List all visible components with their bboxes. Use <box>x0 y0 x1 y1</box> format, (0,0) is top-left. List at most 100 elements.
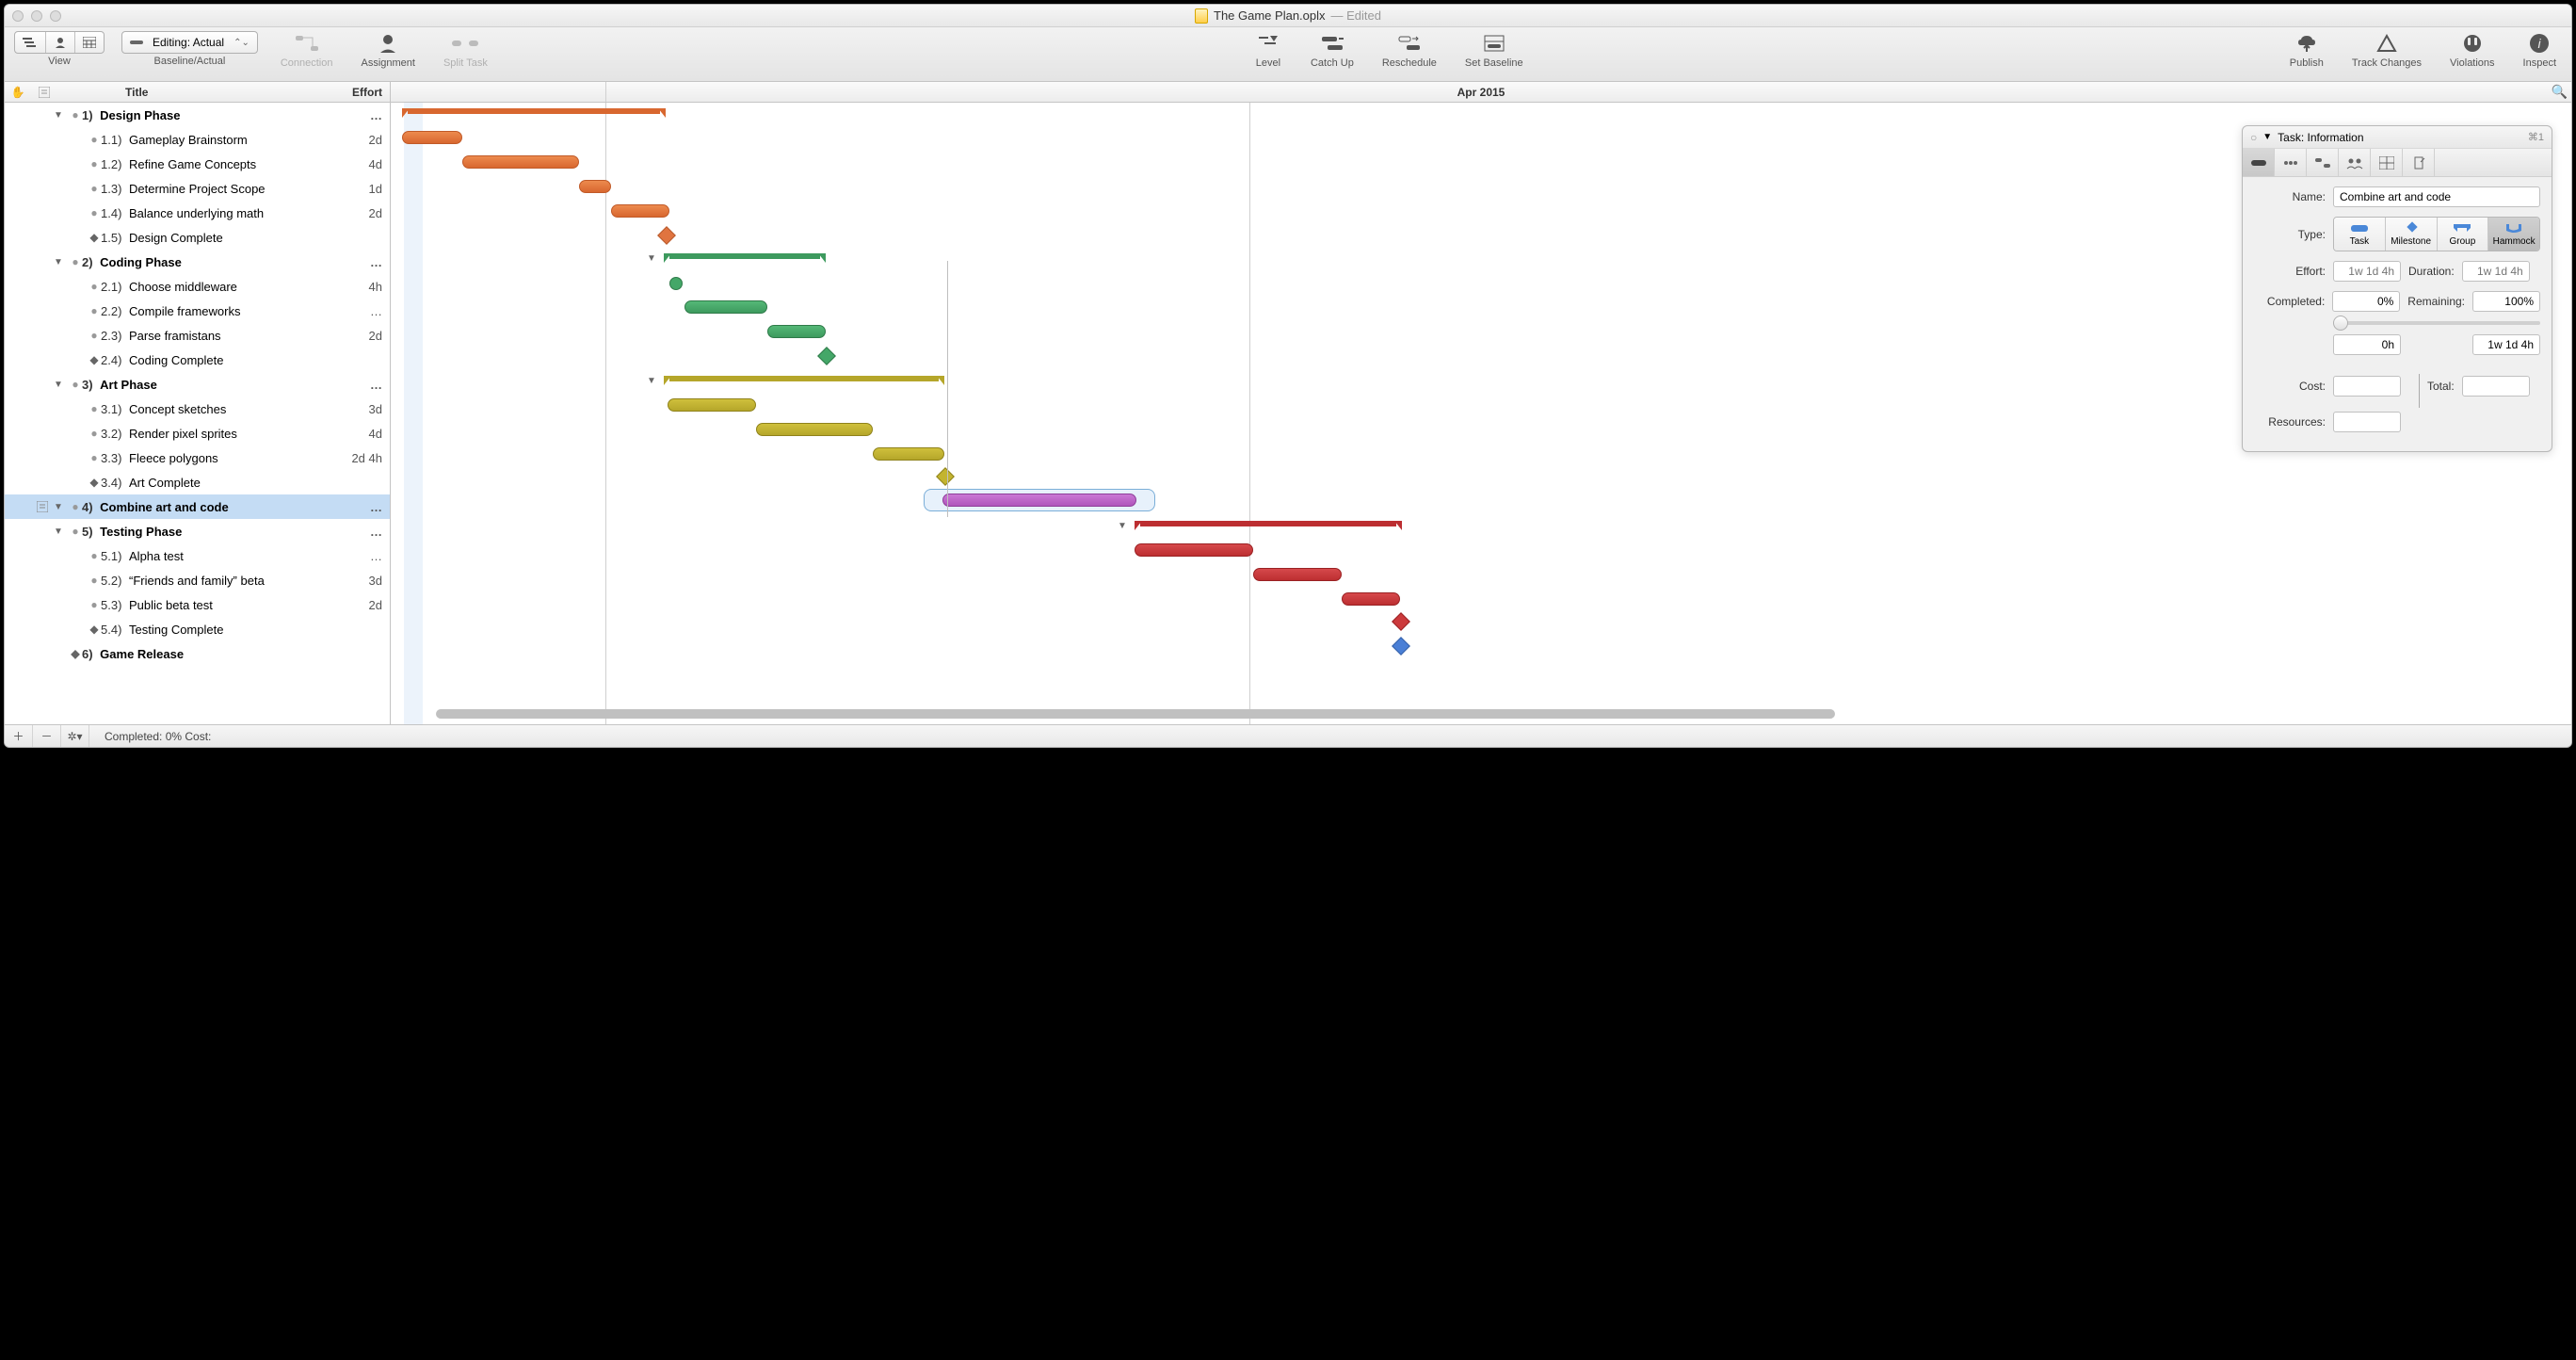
task-bar[interactable] <box>668 398 756 412</box>
type-segmented[interactable]: Task Milestone Group Hammock <box>2333 217 2540 251</box>
phase-row[interactable]: ▼●3) Art Phase… <box>5 372 390 397</box>
zoom-window-button[interactable] <box>50 10 61 22</box>
group-bar-testing[interactable] <box>1135 521 1402 530</box>
task-bar[interactable] <box>402 131 462 144</box>
task-row[interactable]: ◆5.4) Testing Complete <box>5 617 390 641</box>
inspector-tab-custom[interactable] <box>2371 149 2403 176</box>
phase-row[interactable]: ▼●2) Coding Phase… <box>5 250 390 274</box>
minimize-window-button[interactable] <box>31 10 42 22</box>
task-bar[interactable] <box>1253 568 1342 581</box>
gantt-chart[interactable]: ▼ ▼ ▼ <box>391 103 2571 724</box>
add-button[interactable]: ＋ <box>5 725 33 747</box>
level-button[interactable]: Level <box>1248 31 1288 69</box>
phase-row[interactable]: ▼●1) Design Phase… <box>5 103 390 127</box>
task-row[interactable]: ●1.2) Refine Game Concepts4d <box>5 152 390 176</box>
phase-row[interactable]: ◆6) Game Release <box>5 641 390 666</box>
inspector-titlebar[interactable]: ○ ▼ Task: Information ⌘1 <box>2243 126 2552 149</box>
remaining-field[interactable] <box>2472 291 2540 312</box>
effort-field[interactable] <box>2333 261 2401 282</box>
total-field[interactable] <box>2462 376 2530 397</box>
task-circle[interactable] <box>669 277 683 290</box>
calendar-view-icon[interactable] <box>75 32 104 53</box>
resources-field[interactable] <box>2333 412 2401 432</box>
completion-slider[interactable] <box>2333 321 2540 325</box>
inspector-tab-resources[interactable] <box>2339 149 2371 176</box>
task-bar[interactable] <box>579 180 611 193</box>
done-hours-field[interactable] <box>2333 334 2401 355</box>
effort-column-header[interactable]: Effort <box>333 86 390 99</box>
title-column-header[interactable]: Title <box>57 86 333 99</box>
task-bar[interactable] <box>1135 543 1253 557</box>
task-row[interactable]: ◆2.4) Coding Complete <box>5 348 390 372</box>
phase-row[interactable]: ▼●4) Combine art and code… <box>5 494 390 519</box>
cost-field[interactable] <box>2333 376 2401 397</box>
disclosure-icon[interactable]: ▼ <box>2262 132 2272 142</box>
task-bar[interactable] <box>462 155 579 169</box>
remove-button[interactable]: － <box>33 725 61 747</box>
group-disclosure[interactable]: ▼ <box>1118 521 1127 531</box>
task-row[interactable]: ●1.3) Determine Project Scope1d <box>5 176 390 201</box>
task-row[interactable]: ●2.2) Compile frameworks… <box>5 299 390 323</box>
milestone-diamond[interactable] <box>657 226 676 245</box>
view-segmented[interactable] <box>14 31 105 54</box>
action-menu-button[interactable]: ✲▾ <box>61 725 89 747</box>
task-bar[interactable] <box>611 204 669 218</box>
task-row[interactable]: ●5.3) Public beta test2d <box>5 592 390 617</box>
task-row[interactable]: ●1.4) Balance underlying math2d <box>5 201 390 225</box>
split-task-button[interactable]: Split Task <box>438 31 493 69</box>
task-row[interactable]: ●2.1) Choose middleware4h <box>5 274 390 299</box>
phase-row[interactable]: ▼●5) Testing Phase… <box>5 519 390 543</box>
name-field[interactable] <box>2333 186 2540 207</box>
task-row[interactable]: ◆3.4) Art Complete <box>5 470 390 494</box>
task-row[interactable]: ●1.1) Gameplay Brainstorm2d <box>5 127 390 152</box>
track-changes-button[interactable]: Track Changes <box>2346 31 2427 69</box>
inspect-button[interactable]: i Inspect <box>2518 31 2562 69</box>
task-row[interactable]: ●3.3) Fleece polygons2d 4h <box>5 445 390 470</box>
horizontal-scrollbar[interactable] <box>436 709 2556 720</box>
task-row[interactable]: ●2.3) Parse framistans2d <box>5 323 390 348</box>
task-row[interactable]: ●3.2) Render pixel sprites4d <box>5 421 390 445</box>
catch-up-button[interactable]: Catch Up <box>1305 31 1360 69</box>
task-row[interactable]: ●5.2) “Friends and family” beta3d <box>5 568 390 592</box>
group-disclosure[interactable]: ▼ <box>647 253 656 264</box>
close-panel-icon[interactable]: ○ <box>2250 131 2257 144</box>
inspector-tab-info[interactable] <box>2243 149 2275 176</box>
group-bar-design[interactable] <box>402 108 666 118</box>
type-milestone[interactable]: Milestone <box>2386 218 2438 251</box>
reschedule-button[interactable]: Reschedule <box>1377 31 1442 69</box>
timeline-header[interactable]: Apr 2015 🔍 <box>391 82 2571 102</box>
task-bar[interactable] <box>684 300 767 314</box>
assignment-button[interactable]: Assignment <box>355 31 420 69</box>
close-window-button[interactable] <box>12 10 24 22</box>
task-outline[interactable]: ▼●1) Design Phase…●1.1) Gameplay Brainst… <box>5 103 391 724</box>
inspector-tab-scheduling[interactable] <box>2275 149 2307 176</box>
type-hammock[interactable]: Hammock <box>2488 218 2539 251</box>
milestone-diamond[interactable] <box>1392 612 1410 631</box>
task-bar[interactable] <box>1342 592 1400 606</box>
connection-button[interactable]: Connection <box>275 31 339 69</box>
resource-view-icon[interactable] <box>46 32 75 53</box>
hand-tool-icon[interactable]: ✋ <box>5 86 31 99</box>
publish-button[interactable]: Publish <box>2284 31 2329 69</box>
inspector-tab-attachments[interactable] <box>2403 149 2435 176</box>
baseline-dropdown[interactable]: Editing: Actual ⌃⌄ <box>121 31 258 54</box>
inspector-tab-dependencies[interactable] <box>2307 149 2339 176</box>
hammock-bar[interactable] <box>942 494 1136 507</box>
set-baseline-button[interactable]: Set Baseline <box>1459 31 1529 69</box>
note-column-icon[interactable] <box>31 87 57 98</box>
completed-field[interactable] <box>2332 291 2400 312</box>
violations-button[interactable]: Violations <box>2444 31 2501 69</box>
group-disclosure[interactable]: ▼ <box>647 376 656 386</box>
group-bar-coding[interactable] <box>664 253 826 263</box>
magnify-icon[interactable]: 🔍 <box>2552 84 2568 100</box>
task-row[interactable]: ◆1.5) Design Complete <box>5 225 390 250</box>
milestone-diamond[interactable] <box>1392 637 1410 656</box>
task-row[interactable]: ●3.1) Concept sketches3d <box>5 397 390 421</box>
duration-field[interactable] <box>2462 261 2530 282</box>
remain-time-field[interactable] <box>2472 334 2540 355</box>
type-group[interactable]: Group <box>2438 218 2489 251</box>
task-row[interactable]: ●5.1) Alpha test… <box>5 543 390 568</box>
type-task[interactable]: Task <box>2334 218 2386 251</box>
task-bar[interactable] <box>767 325 826 338</box>
gantt-view-icon[interactable] <box>15 32 46 53</box>
